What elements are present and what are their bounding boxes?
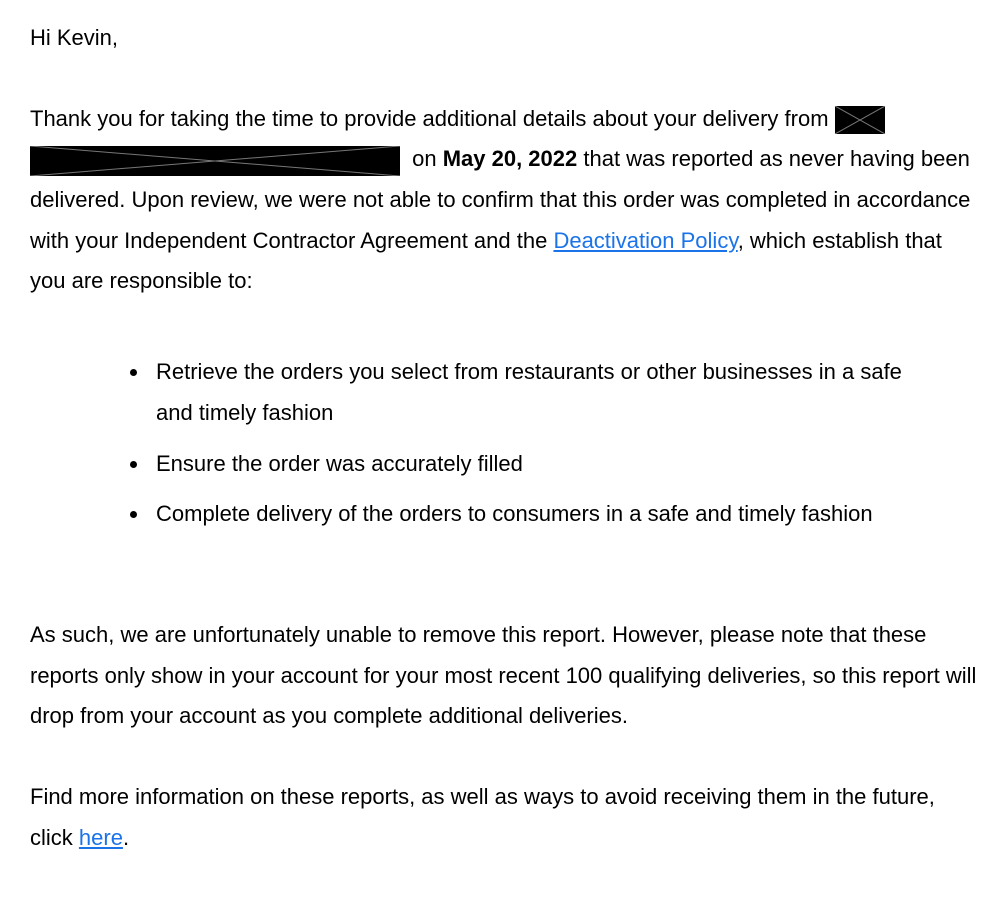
more-info-link[interactable]: here <box>79 825 123 850</box>
conclusion-paragraph: As such, we are unfortunately unable to … <box>30 615 978 737</box>
list-item: Ensure the order was accurately filled <box>150 444 978 485</box>
conclusion-text: As such, we are unfortunately unable to … <box>30 622 976 728</box>
intro-date: May 20, 2022 <box>443 146 578 171</box>
greeting-line: Hi Kevin, <box>30 18 978 59</box>
deactivation-policy-link[interactable]: Deactivation Policy <box>553 228 737 253</box>
email-body: Hi Kevin, Thank you for taking the time … <box>0 0 1008 898</box>
responsibilities-list: Retrieve the orders you select from rest… <box>30 352 978 535</box>
redacted-block-large <box>30 146 400 176</box>
intro-date-prefix: on <box>406 146 443 171</box>
greeting-text: Hi Kevin, <box>30 25 118 50</box>
intro-text-part1: Thank you for taking the time to provide… <box>30 106 829 131</box>
more-info-suffix: . <box>123 825 129 850</box>
intro-paragraph: Thank you for taking the time to provide… <box>30 99 978 302</box>
more-info-prefix: Find more information on these reports, … <box>30 784 935 850</box>
list-item: Retrieve the orders you select from rest… <box>150 352 978 433</box>
list-item: Complete delivery of the orders to consu… <box>150 494 978 535</box>
redacted-block-small <box>835 106 885 134</box>
more-info-paragraph: Find more information on these reports, … <box>30 777 978 858</box>
